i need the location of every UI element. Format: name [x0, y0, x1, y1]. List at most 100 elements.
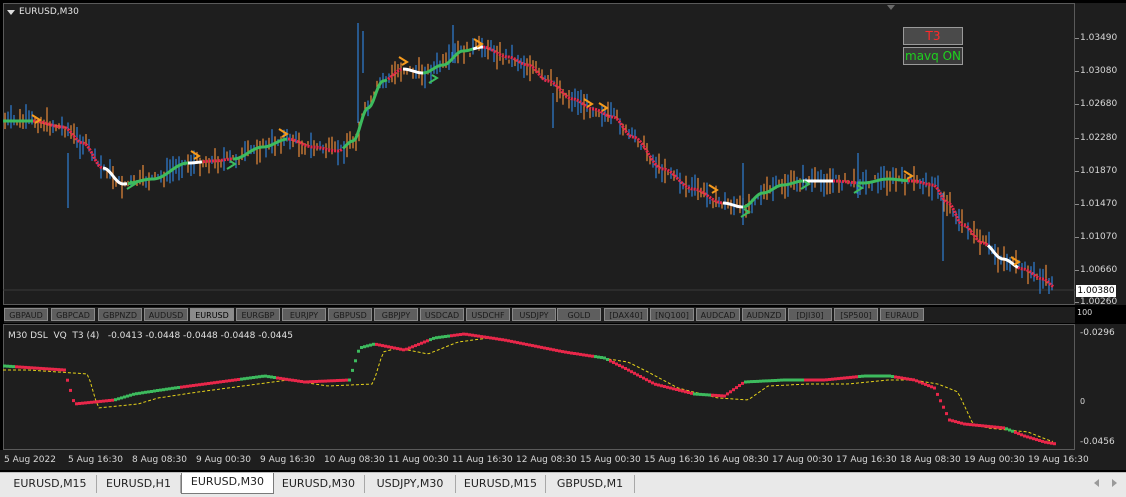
symbol-button-usdchf[interactable]: USDCHF: [466, 308, 510, 321]
symbol-button-euraud[interactable]: EURAUD: [880, 308, 924, 321]
time-axis-label: 15 Aug 00:30: [580, 455, 641, 465]
indicator-dot: [1050, 441, 1053, 445]
indicator-axis[interactable]: -0.0296 -0.0456: [1075, 324, 1126, 450]
time-axis-label: 19 Aug 16:30: [1028, 455, 1089, 465]
indicator-dot: [435, 336, 438, 340]
sell-arrow-icon: [398, 56, 409, 66]
price-axis-label: 1.02680: [1080, 99, 1118, 109]
symbol-button-gbpaud[interactable]: GBPAUD: [4, 308, 48, 321]
indicator-dot: [582, 353, 585, 357]
indicator-dot: [180, 385, 183, 389]
chart-title-text: EURUSD,M30: [19, 7, 79, 17]
tab-scroll-right-icon[interactable]: [1112, 479, 1117, 487]
indicator-dot: [507, 339, 510, 343]
chart-menu-icon[interactable]: [7, 9, 15, 15]
symbol-button-gbpjpy[interactable]: GBPJPY: [374, 308, 418, 321]
symbol-button-audnzd[interactable]: AUDNZD: [742, 308, 786, 321]
indicator-dot: [84, 401, 87, 405]
symbol-button-gbpusd[interactable]: GBPUSD: [328, 308, 372, 321]
symbol-button-eurjpy[interactable]: EURJPY: [282, 308, 326, 321]
tab-scroll-left-icon[interactable]: [1094, 479, 1099, 487]
indicator-dot: [177, 386, 180, 389]
indicator-dot: [18, 365, 21, 369]
indicator-dot: [228, 379, 231, 383]
indicator-dot: [471, 333, 474, 337]
indicator-dot: [969, 423, 972, 427]
indicator-dot: [51, 367, 54, 371]
indicator-dot: [624, 367, 627, 370]
indicator-dot: [297, 379, 300, 383]
indicator-dot: [87, 401, 90, 405]
symbol-button-nq100[interactable]: [NQ100]: [650, 308, 694, 321]
indicator-dot: [426, 339, 429, 343]
indicator-dot: [285, 377, 288, 381]
indicator-dot: [510, 339, 513, 343]
indicator-dot: [3, 364, 6, 368]
symbol-button-sp500[interactable]: [SP500]: [834, 308, 878, 321]
indicator-dot: [96, 400, 99, 404]
price-axis-label: 1.00660: [1080, 265, 1118, 275]
symbol-button-eurusd[interactable]: EURUSD: [190, 308, 234, 321]
indicator-dot: [735, 386, 738, 390]
indicator-dot: [222, 380, 225, 383]
indicator-dot: [654, 382, 657, 386]
indicator-dot: [420, 341, 423, 345]
indicator-dot: [210, 381, 213, 385]
t3-button[interactable]: T3: [903, 27, 963, 45]
chart-tab[interactable]: USDJPY,M30: [365, 475, 456, 493]
indicator-dot: [699, 392, 702, 396]
time-axis-label: 12 Aug 08:30: [516, 455, 577, 465]
indicator-dot: [1035, 438, 1038, 442]
price-axis[interactable]: 1.03490 1.03080 1.02680 1.02280 1.01870 1.014…: [1075, 3, 1126, 307]
indicator-dot: [972, 423, 975, 427]
symbol-button-usdjpy[interactable]: USDJPY: [512, 308, 556, 321]
indicator-dot: [948, 418, 951, 422]
indicator-dot: [114, 398, 117, 402]
indicator-dot: [378, 343, 381, 347]
mavq-button[interactable]: mavq ON: [903, 47, 963, 65]
indicator-dot: [264, 374, 267, 378]
symbol-button-audcad[interactable]: AUDCAD: [696, 308, 740, 321]
indicator-dot: [954, 420, 957, 424]
chart-tab[interactable]: EURUSD,H1: [97, 475, 181, 493]
shift-marker-icon[interactable]: [887, 5, 895, 10]
indicator-dot: [243, 377, 246, 381]
price-axis-label: 1.01470: [1080, 199, 1118, 209]
indicator-dot: [150, 390, 153, 393]
symbol-button-eurgbp[interactable]: EURGBP: [236, 308, 280, 321]
indicator-dot: [618, 364, 621, 367]
indicator-dot: [567, 351, 570, 355]
indicator-dot: [1014, 430, 1017, 434]
time-axis[interactable]: 5 Aug 2022 5 Aug 16:30 8 Aug 08:30 9 Aug 00…: [0, 450, 1126, 470]
indicator-dot: [423, 340, 426, 344]
indicator-dot: [576, 352, 579, 356]
indicator-dot: [129, 393, 132, 397]
indicator-dot: [975, 423, 978, 427]
indicator-dot: [36, 366, 39, 370]
indicator-dot: [651, 381, 654, 385]
indicator-dot: [396, 347, 399, 351]
symbol-button-dji30[interactable]: [DJI30]: [788, 308, 832, 321]
chart-tab[interactable]: EURUSD,M15: [456, 475, 546, 493]
symbol-button-usdcad[interactable]: USDCAD: [420, 308, 464, 321]
symbol-button-gold[interactable]: GOLD: [557, 308, 601, 321]
chart-tab[interactable]: EURUSD,M30: [273, 475, 365, 493]
t3-line-segment: [907, 179, 989, 247]
indicator-dot: [1044, 440, 1047, 444]
indicator-dot: [963, 422, 966, 426]
indicator-dot: [141, 391, 144, 395]
symbol-button-dax40[interactable]: [DAX40]: [604, 308, 648, 321]
chart-tab[interactable]: EURUSD,M30: [181, 473, 274, 494]
symbol-button-gbpcad[interactable]: GBPCAD: [51, 308, 95, 321]
indicator-dot: [369, 343, 372, 347]
indicator-dot: [306, 380, 309, 384]
chart-tab[interactable]: GBPUSD,M1: [546, 475, 635, 493]
indicator-dot: [909, 377, 912, 381]
symbol-button-audusd[interactable]: AUDUSD: [144, 308, 188, 321]
symbol-button-gbpnzd[interactable]: GBPNZD: [98, 308, 142, 321]
indicator-dot: [1020, 433, 1023, 437]
time-axis-label: 17 Aug 16:30: [836, 455, 897, 465]
chart-tab[interactable]: EURUSD,M15: [4, 475, 97, 493]
indicator-dot: [786, 378, 789, 382]
indicator-dot: [639, 375, 642, 378]
